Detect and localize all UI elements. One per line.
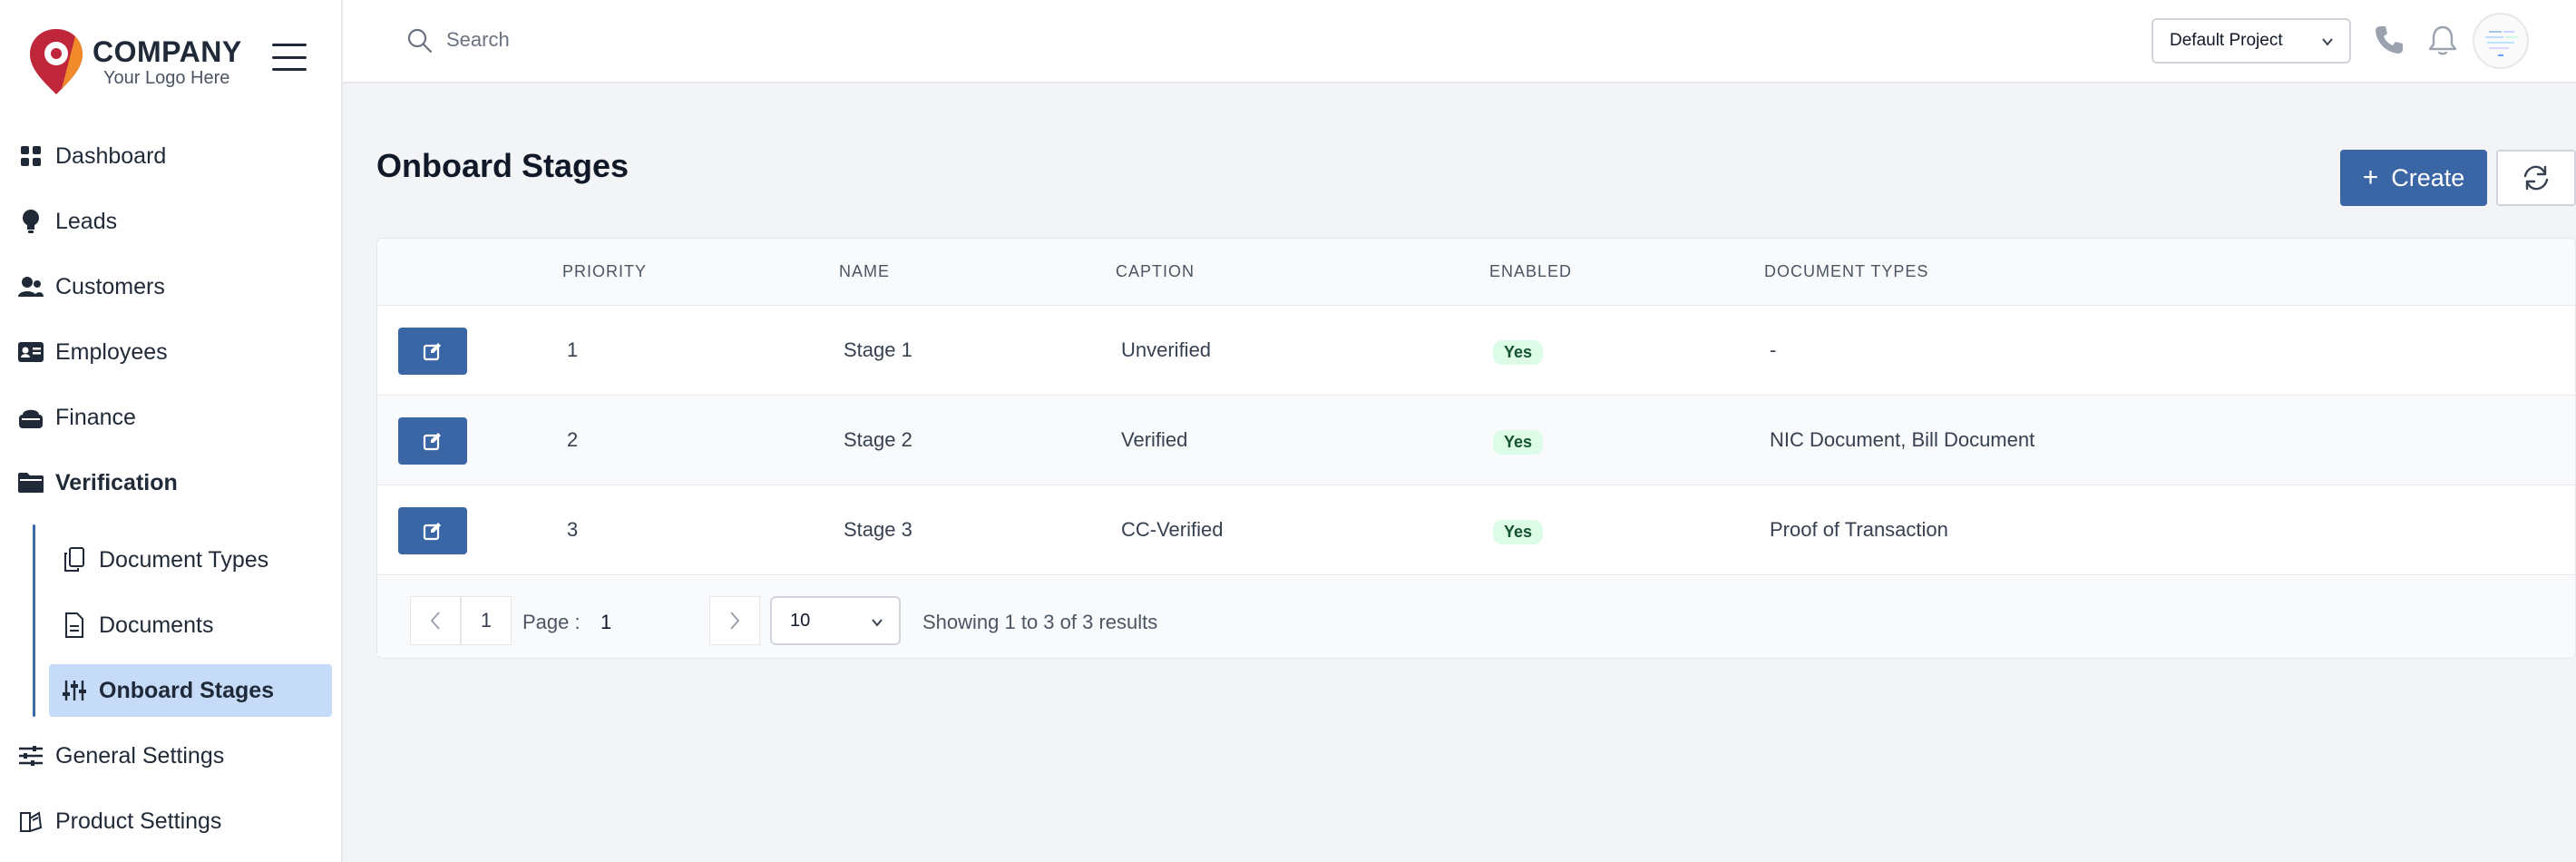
project-select-value: Default Project	[2170, 31, 2283, 50]
sidebar-item-label: Document Types	[99, 546, 269, 573]
cell-priority: 2	[567, 428, 579, 451]
edit-button[interactable]	[398, 507, 467, 554]
next-page-button[interactable]	[709, 596, 760, 645]
sidebar-item-label: Verification	[55, 469, 178, 495]
phone-icon[interactable]	[2373, 24, 2405, 56]
file-icon	[62, 612, 87, 638]
column-header-priority: PRIORITY	[562, 262, 648, 280]
status-badge: Yes	[1493, 520, 1544, 544]
page-number-input[interactable]: 1	[600, 611, 611, 634]
id-card-icon	[18, 339, 44, 365]
sidebar-item-label: Dashboard	[55, 142, 167, 169]
sidebar-subitem-onboard-stages[interactable]: Onboard Stages	[49, 664, 332, 717]
cell-priority: 1	[567, 338, 579, 361]
chevron-left-icon	[430, 612, 440, 630]
table-row: 1 Stage 1 Unverified Yes -	[377, 306, 2575, 396]
sidebar-item-general-settings[interactable]: General Settings	[0, 730, 343, 781]
lightbulb-icon	[18, 209, 44, 234]
column-header-name: NAME	[839, 262, 891, 280]
sidebar-item-label: Employees	[55, 338, 168, 365]
cell-caption: CC-Verified	[1121, 518, 1224, 541]
edit-icon	[423, 343, 441, 361]
cell-name: Stage 3	[844, 518, 912, 541]
sidebar-item-label: Customers	[55, 273, 165, 299]
column-header-enabled: ENABLED	[1489, 262, 1573, 280]
cell-caption: Verified	[1121, 428, 1188, 451]
user-avatar[interactable]	[2473, 13, 2529, 69]
page-size-select[interactable]: 10	[770, 596, 901, 645]
chevron-down-icon	[872, 619, 883, 627]
top-bar: Default Project	[343, 0, 2576, 83]
piggy-bank-icon	[18, 405, 44, 430]
page-title: Onboard Stages	[376, 147, 629, 184]
pagination: 1 Page : 1 10 Showing 1 to 3 of 3 result…	[377, 576, 2575, 658]
project-select[interactable]: Default Project	[2152, 18, 2351, 64]
sidebar-subitem-documents[interactable]: Documents	[49, 599, 332, 651]
cell-document-types: Proof of Transaction	[1770, 518, 1948, 541]
sidebar-item-label: General Settings	[55, 742, 225, 769]
sidebar-item-label: Product Settings	[55, 808, 222, 834]
status-badge: Yes	[1493, 340, 1544, 365]
copy-icon	[62, 547, 87, 573]
sidebar-item-label: Leads	[55, 208, 118, 234]
folder-open-icon	[18, 470, 44, 495]
company-name: COMPANY	[93, 35, 242, 68]
sidebar-item-finance[interactable]: Finance	[0, 392, 343, 443]
refresh-button[interactable]	[2496, 150, 2576, 206]
cell-name: Stage 2	[844, 428, 912, 451]
sidebar-item-customers[interactable]: Customers	[0, 261, 343, 312]
sidebar: COMPANY Your Logo Here Dashboard Leads C…	[0, 0, 343, 862]
company-tagline: Your Logo Here	[103, 68, 230, 88]
edit-icon	[423, 433, 441, 451]
search-icon	[407, 28, 433, 54]
column-header-document-types: DOCUMENT TYPES	[1764, 262, 1929, 280]
create-button-label: Create	[2391, 163, 2465, 191]
sliders-icon	[18, 743, 44, 769]
page-size-value: 10	[790, 610, 811, 631]
cell-name: Stage 1	[844, 338, 912, 361]
sidebar-item-product-settings[interactable]: Product Settings	[0, 796, 343, 847]
sidebar-item-label: Finance	[55, 404, 136, 430]
create-button[interactable]: + Create	[2340, 150, 2487, 206]
refresh-icon	[2523, 165, 2549, 191]
box-icon	[18, 808, 44, 834]
table-header: PRIORITY NAME CAPTION ENABLED DOCUMENT T…	[377, 239, 2575, 306]
results-summary: Showing 1 to 3 of 3 results	[922, 611, 1158, 633]
table-row: 3 Stage 3 CC-Verified Yes Proof of Trans…	[377, 485, 2575, 575]
cell-caption: Unverified	[1121, 338, 1212, 361]
menu-toggle-icon[interactable]	[272, 44, 307, 71]
sidebar-item-leads[interactable]: Leads	[0, 196, 343, 247]
status-badge: Yes	[1493, 430, 1544, 455]
prev-page-button[interactable]	[410, 596, 461, 645]
submenu-indicator	[33, 524, 35, 717]
page-label: Page :	[522, 611, 581, 633]
location-pin-logo-icon	[30, 29, 83, 94]
sidebar-item-verification[interactable]: Verification	[0, 457, 343, 508]
onboard-stages-table: PRIORITY NAME CAPTION ENABLED DOCUMENT T…	[376, 238, 2576, 659]
cell-priority: 3	[567, 518, 579, 541]
sidebar-subitem-document-types[interactable]: Document Types	[49, 534, 332, 586]
sidebar-item-dashboard[interactable]: Dashboard	[0, 131, 343, 181]
sidebar-item-employees[interactable]: Employees	[0, 327, 343, 377]
grid-icon	[18, 143, 44, 169]
edit-button[interactable]	[398, 328, 467, 375]
cell-document-types: NIC Document, Bill Document	[1770, 428, 2035, 451]
table-row: 2 Stage 2 Verified Yes NIC Document, Bil…	[377, 396, 2575, 485]
users-icon	[18, 274, 44, 299]
chevron-right-icon	[730, 612, 740, 630]
tune-icon	[62, 678, 87, 703]
sidebar-item-label: Onboard Stages	[99, 677, 275, 703]
edit-icon	[423, 523, 441, 541]
chevron-down-icon	[2322, 38, 2333, 46]
edit-button[interactable]	[398, 417, 467, 465]
column-header-caption: CAPTION	[1116, 262, 1195, 280]
cell-document-types: -	[1770, 338, 1777, 361]
current-page-button[interactable]: 1	[461, 596, 512, 645]
plus-icon: +	[2362, 162, 2379, 192]
bell-icon[interactable]	[2427, 24, 2458, 56]
sidebar-item-label: Documents	[99, 612, 214, 638]
search-input[interactable]	[446, 22, 1081, 58]
